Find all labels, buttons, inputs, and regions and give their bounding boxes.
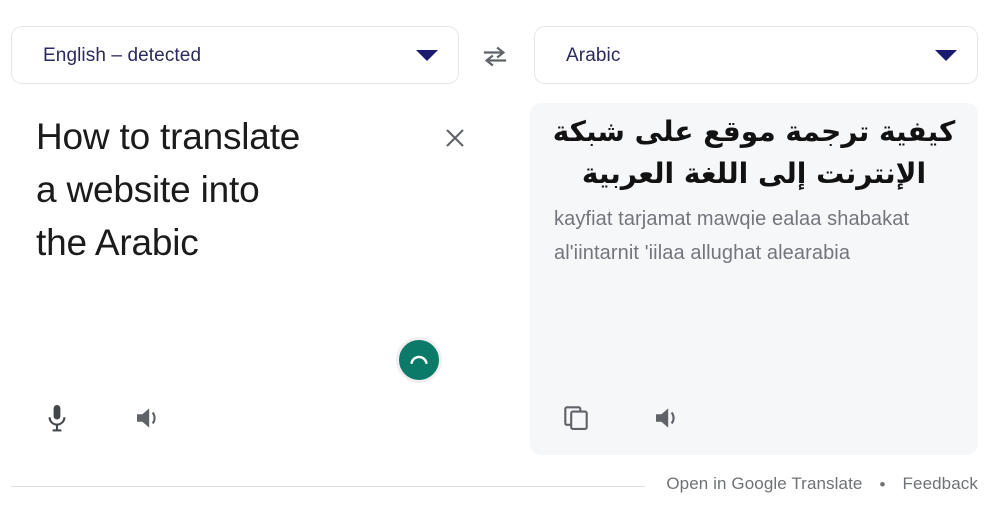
copy-icon <box>564 406 588 430</box>
listen-translation-button[interactable] <box>646 396 690 440</box>
copy-translation-button[interactable] <box>554 396 598 440</box>
footer-links: Open in Google Translate • Feedback <box>666 474 978 494</box>
swap-languages-button[interactable] <box>474 40 516 72</box>
chevron-down-icon <box>416 49 438 61</box>
listen-source-button[interactable] <box>127 396 171 440</box>
close-icon <box>446 129 464 147</box>
google-translate-widget: English – detected Arabic How to transla… <box>0 0 1000 512</box>
translated-text: كيفية ترجمة موقع على شبكة الإنترنت إلى ا… <box>552 115 956 190</box>
open-in-google-translate-link[interactable]: Open in Google Translate <box>666 474 862 494</box>
footer-bar: Open in Google Translate • Feedback <box>0 470 1000 512</box>
speaker-icon <box>656 408 675 428</box>
speaker-icon <box>137 408 156 428</box>
translation-result-panel: كيفية ترجمة موقع على شبكة الإنترنت إلى ا… <box>530 103 978 455</box>
footer-divider <box>11 486 645 487</box>
source-panel: How to translate a website into the Arab… <box>11 100 471 460</box>
feedback-link[interactable]: Feedback <box>903 474 978 494</box>
target-language-dropdown[interactable]: Arabic <box>534 26 978 84</box>
chevron-down-icon <box>935 49 957 61</box>
source-text-input[interactable]: How to translate a website into the Arab… <box>36 110 376 269</box>
transliteration-text: kayfiat tarjamat mawqie ealaa shabakat a… <box>554 208 910 264</box>
swap-languages-icon <box>483 46 507 67</box>
source-language-dropdown[interactable]: English – detected <box>11 26 459 84</box>
clear-source-button[interactable] <box>432 115 478 161</box>
target-language-label: Arabic <box>566 45 621 65</box>
source-language-label: English – detected <box>43 45 202 65</box>
result-action-bar <box>554 396 690 440</box>
language-selector-row: English – detected Arabic <box>0 26 1000 86</box>
footer-separator: • <box>879 474 886 494</box>
source-action-bar <box>35 396 171 440</box>
voice-input-button[interactable] <box>35 396 79 440</box>
microphone-icon <box>48 405 66 432</box>
